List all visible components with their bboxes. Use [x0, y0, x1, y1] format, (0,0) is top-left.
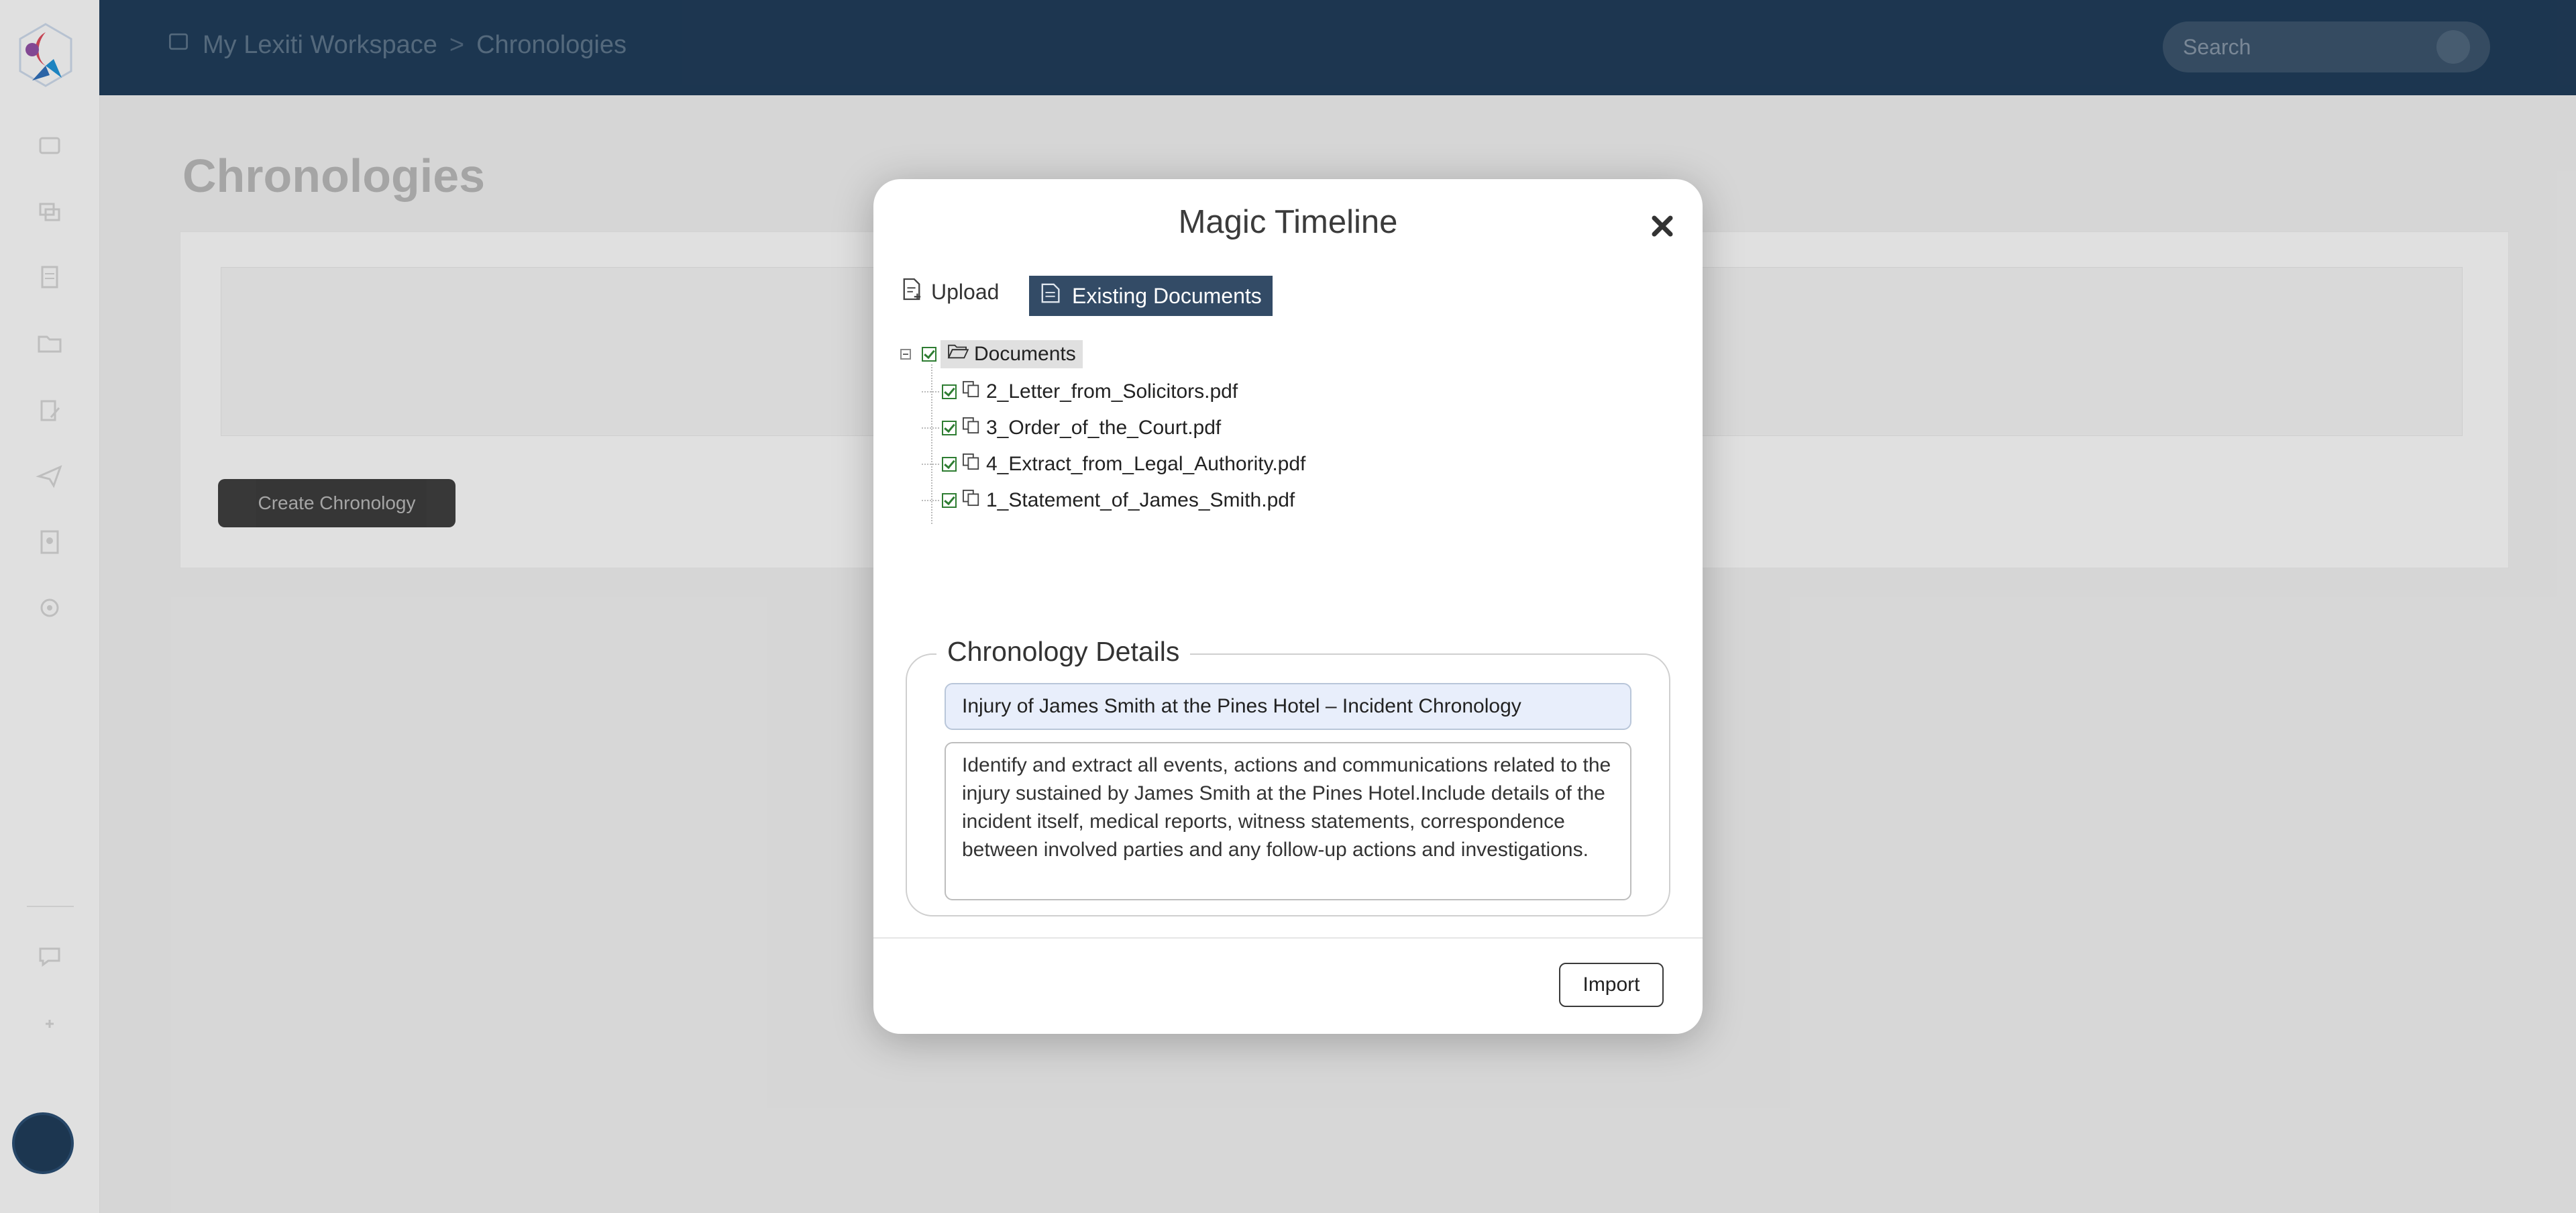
files-icon: [962, 489, 981, 512]
root-checkbox[interactable]: [922, 347, 936, 362]
tree-root: Documents: [900, 340, 1083, 368]
tab-upload-label: Upload: [931, 279, 1000, 304]
tree-root-node[interactable]: Documents: [941, 340, 1083, 368]
files-icon: [962, 417, 981, 439]
modal-title: Magic Timeline: [1178, 204, 1398, 240]
tab-upload[interactable]: Upload: [898, 272, 1003, 312]
folder-open-icon: [947, 343, 969, 366]
tree-item-label: 3_Order_of_the_Court.pdf: [986, 417, 1222, 439]
chronology-prompt-textarea[interactable]: Identify and extract all events, actions…: [945, 742, 1631, 900]
tree-item-label: 4_Extract_from_Legal_Authority.pdf: [986, 453, 1306, 475]
chronology-title-input[interactable]: [945, 683, 1631, 730]
modal-footer-divider: [873, 937, 1703, 939]
upload-file-icon: [902, 278, 922, 306]
item-checkbox[interactable]: [942, 421, 957, 435]
tree-item[interactable]: 2_Letter_from_Solicitors.pdf: [922, 380, 1238, 403]
tree-item-label: 2_Letter_from_Solicitors.pdf: [986, 380, 1238, 403]
tree-item[interactable]: 4_Extract_from_Legal_Authority.pdf: [922, 453, 1305, 476]
files-icon: [962, 453, 981, 476]
tree-item[interactable]: 1_Statement_of_James_Smith.pdf: [922, 489, 1295, 512]
documents-icon: [1040, 282, 1063, 310]
files-icon: [962, 380, 981, 403]
collapse-icon[interactable]: [900, 349, 911, 360]
item-checkbox[interactable]: [942, 457, 957, 472]
close-icon[interactable]: [1642, 206, 1682, 246]
tab-existing-documents-label: Existing Documents: [1072, 283, 1262, 308]
magic-timeline-modal: Magic Timeline Upload Existing Documents…: [873, 179, 1703, 1034]
tab-existing-documents[interactable]: Existing Documents: [1029, 276, 1273, 316]
item-checkbox[interactable]: [942, 493, 957, 508]
tree-root-label: Documents: [974, 343, 1076, 365]
tree-item-label: 1_Statement_of_James_Smith.pdf: [986, 489, 1295, 511]
chronology-details: Chronology Details Identify and extract …: [906, 636, 1670, 916]
tree-item[interactable]: 3_Order_of_the_Court.pdf: [922, 417, 1221, 439]
item-checkbox[interactable]: [942, 384, 957, 399]
import-button[interactable]: Import: [1559, 963, 1664, 1007]
chronology-details-legend: Chronology Details: [936, 636, 1191, 668]
